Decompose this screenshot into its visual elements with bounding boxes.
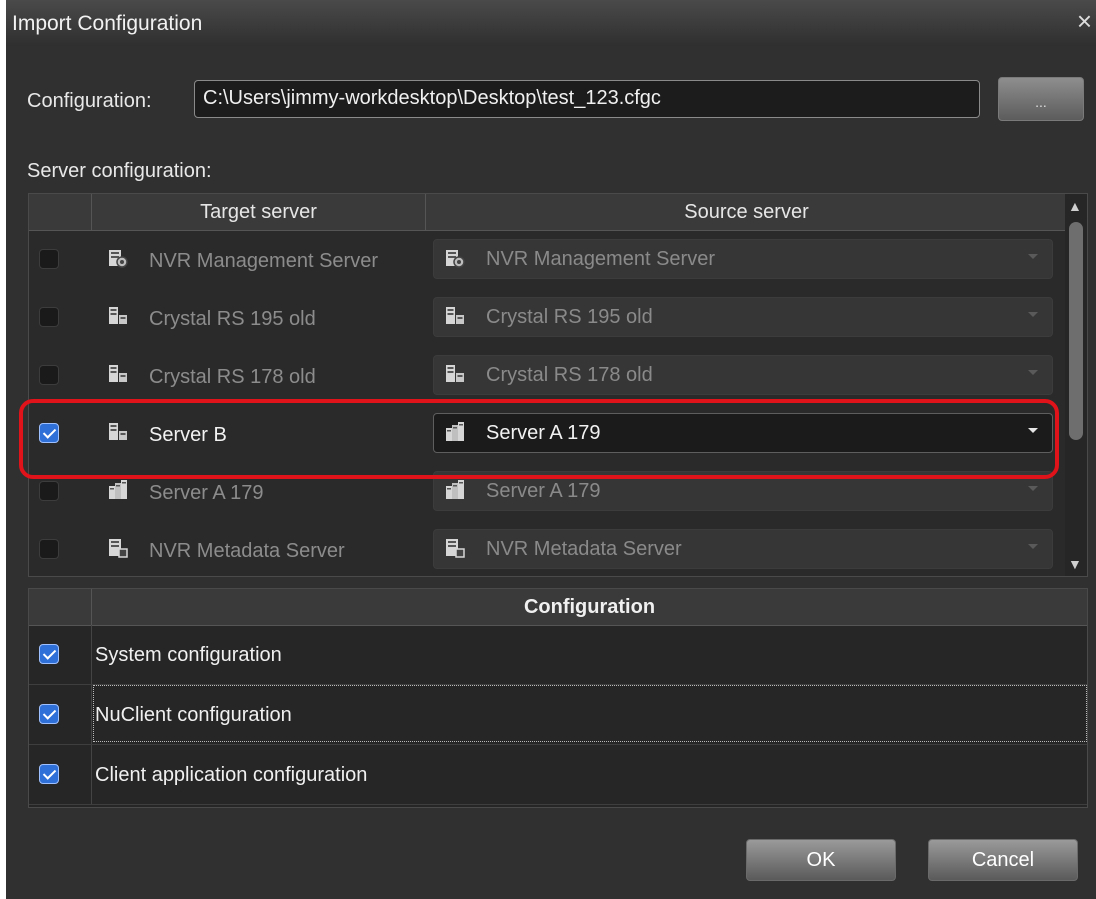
vertical-scrollbar[interactable]: ▲ ▼ (1065, 194, 1087, 576)
scroll-up-icon[interactable]: ▲ (1068, 198, 1082, 214)
metadata-server-icon (107, 537, 129, 559)
target-server-name: NVR Management Server (149, 250, 378, 272)
recording-server-icon (444, 363, 466, 385)
target-server-name: Server A 179 (149, 482, 264, 504)
server-group-icon (444, 479, 466, 501)
checkbox-column-header (29, 194, 92, 230)
configuration-path-field[interactable]: C:\Users\jimmy-workdesktop\Desktop\test_… (194, 80, 980, 118)
source-server-name: NVR Management Server (486, 248, 715, 270)
source-server-dropdown[interactable]: Crystal RS 195 old (433, 297, 1053, 337)
server-row[interactable]: Crystal RS 178 old Crystal RS 178 old (29, 346, 1067, 404)
server-row[interactable]: Crystal RS 195 old Crystal RS 195 old (29, 288, 1067, 346)
window-title: Import Configuration (12, 12, 203, 35)
configuration-option-row[interactable]: System configuration (29, 625, 1087, 685)
server-row-checkbox[interactable] (39, 365, 59, 385)
target-server-name: Crystal RS 195 old (149, 308, 316, 330)
chevron-down-icon[interactable] (1028, 486, 1038, 491)
column-divider (91, 685, 92, 744)
browse-button[interactable]: ... (998, 77, 1084, 121)
cancel-button[interactable]: Cancel (928, 839, 1078, 881)
chevron-down-icon[interactable] (1028, 312, 1038, 317)
recording-server-icon (444, 305, 466, 327)
source-server-name: Crystal RS 178 old (486, 364, 653, 386)
ok-button[interactable]: OK (746, 839, 896, 881)
target-server-name: Crystal RS 178 old (149, 366, 316, 388)
server-configuration-label: Server configuration: (27, 160, 212, 182)
server-row-checkbox[interactable] (39, 307, 59, 327)
management-server-icon (107, 247, 129, 269)
source-server-dropdown[interactable]: NVR Management Server (433, 239, 1053, 279)
management-server-icon (444, 247, 466, 269)
configuration-option-label: Client application configuration (95, 764, 368, 786)
scrollbar-thumb[interactable] (1069, 222, 1083, 440)
metadata-server-icon (444, 537, 466, 559)
selected-row-highlight (19, 399, 1059, 479)
server-mapping-table: Target server Source server NVR Manageme… (28, 193, 1088, 577)
server-row-checkbox[interactable] (39, 539, 59, 559)
configuration-option-checkbox[interactable] (39, 644, 59, 664)
close-icon[interactable]: × (1077, 6, 1092, 36)
configuration-option-row[interactable]: Client application configuration (29, 745, 1087, 805)
server-group-icon (107, 479, 129, 501)
recording-server-icon (107, 305, 129, 327)
server-row-checkbox[interactable] (39, 481, 59, 501)
source-server-dropdown[interactable]: Crystal RS 178 old (433, 355, 1053, 395)
checkbox-column-header (29, 589, 92, 625)
column-divider (91, 625, 92, 684)
recording-server-icon (107, 363, 129, 385)
server-row[interactable]: NVR Management Server NVR Management Serv… (29, 230, 1067, 288)
source-server-header[interactable]: Source server (426, 194, 1067, 230)
configuration-option-row[interactable]: NuClient configuration (29, 685, 1087, 745)
source-server-name: NVR Metadata Server (486, 538, 682, 560)
chevron-down-icon[interactable] (1028, 254, 1038, 259)
column-divider (91, 745, 92, 804)
source-server-name: Server A 179 (486, 480, 601, 502)
configuration-table-header: Configuration (29, 589, 1087, 626)
title-bar: Import Configuration × (6, 0, 1096, 46)
server-table-header: Target server Source server (29, 194, 1067, 231)
target-server-header[interactable]: Target server (92, 194, 426, 230)
configuration-option-label: System configuration (95, 644, 282, 666)
source-server-dropdown[interactable]: NVR Metadata Server (433, 529, 1053, 569)
configuration-label: Configuration: (27, 90, 152, 112)
configuration-option-label: NuClient configuration (95, 704, 292, 726)
server-row[interactable]: NVR Metadata Server NVR Metadata Server (29, 520, 1067, 576)
scroll-down-icon[interactable]: ▼ (1068, 556, 1082, 572)
server-row-checkbox[interactable] (39, 249, 59, 269)
chevron-down-icon[interactable] (1028, 544, 1038, 549)
configuration-column-header[interactable]: Configuration (92, 589, 1087, 625)
source-server-name: Crystal RS 195 old (486, 306, 653, 328)
configuration-option-checkbox[interactable] (39, 764, 59, 784)
chevron-down-icon[interactable] (1028, 370, 1038, 375)
target-server-name: NVR Metadata Server (149, 540, 345, 562)
configuration-options-table: Configuration System configuration NuClie… (28, 588, 1088, 808)
import-configuration-dialog: Import Configuration × Configuration: C:… (6, 0, 1096, 899)
configuration-option-checkbox[interactable] (39, 704, 59, 724)
